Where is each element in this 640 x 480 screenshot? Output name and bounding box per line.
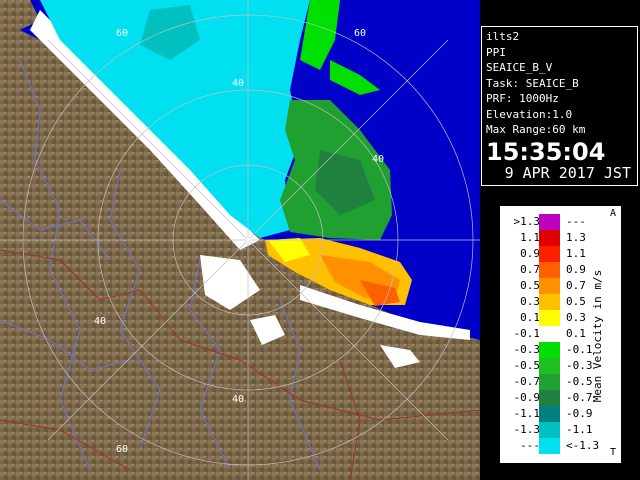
legend-row-upper-label: -1.1: [566, 423, 593, 436]
legend-row-upper-label: 1.3: [566, 231, 586, 244]
scan-date: 9 APR 2017 JST: [504, 163, 631, 182]
scan-info-panel: ilts2 PPI SEAICE_B_V Task: SEAICE_B PRF:…: [481, 26, 638, 186]
legend-row-upper-label: 0.3: [566, 311, 586, 324]
legend-row-lower-label: -0.3: [513, 343, 541, 356]
range-label: 60: [354, 28, 366, 39]
legend-row-lower-label: 0.5: [520, 279, 540, 292]
product-name: SEAICE_B_V: [486, 61, 553, 74]
scan-time: 15:35:04: [486, 137, 606, 166]
legend-row-lower-label: ---: [520, 439, 540, 452]
legend-row-upper-label: 0.7: [566, 279, 586, 292]
legend-row-lower-label: -0.5: [513, 359, 541, 372]
legend-row-upper-label: -0.5: [566, 375, 593, 388]
range-label: 40: [232, 394, 244, 405]
legend-row-upper-label: 1.1: [566, 247, 586, 260]
legend-row-lower-label: 0.1: [520, 311, 540, 324]
task-name: Task: SEAICE_B: [486, 76, 579, 90]
legend-row-lower-label: -0.1: [513, 327, 541, 340]
legend-row-upper-label: ---: [566, 215, 586, 228]
radar-ppi-map: 60 40 40 60 40 40 60: [0, 0, 480, 480]
legend-title: Mean Velocity in m/s: [591, 269, 604, 403]
range-label: 60: [116, 28, 128, 39]
range-label: 40: [94, 316, 106, 327]
elevation-value: Elevation:1.0: [486, 107, 573, 121]
legend-row-lower-label: -0.9: [513, 391, 541, 404]
scan-type: PPI: [486, 45, 506, 59]
legend-row-upper-label: -0.7: [566, 391, 593, 404]
legend-color-swatch: [539, 326, 560, 342]
legend-row-lower-label: >1.3: [513, 215, 541, 228]
legend-row-lower-label: -0.7: [513, 375, 541, 388]
legend-color-swatch: [539, 214, 560, 230]
legend-bottom-marker: T: [610, 447, 617, 458]
legend-row-lower-label: -1.3: [513, 423, 541, 436]
legend-color-swatch: [539, 374, 560, 390]
legend-row-lower-label: 0.9: [520, 247, 540, 260]
legend-color-swatch: [539, 230, 560, 246]
site-name: ilts2: [486, 30, 520, 43]
legend-color-swatch: [539, 406, 560, 422]
legend-color-swatch: [539, 246, 560, 262]
range-label: 40: [232, 78, 244, 89]
prf-value: PRF: 1000Hz: [486, 92, 559, 105]
range-label: 40: [372, 154, 384, 165]
legend-row-upper-label: 0.1: [566, 327, 586, 340]
legend-row-lower-label: 0.7: [520, 263, 540, 276]
legend-color-swatch: [539, 390, 560, 406]
legend-row-lower-label: 1.1: [520, 231, 540, 244]
legend-color-swatch: [539, 278, 560, 294]
legend-row-lower-label: -1.1: [513, 407, 541, 420]
legend-row-upper-label: -0.1: [566, 343, 593, 356]
legend-color-swatch: [539, 358, 560, 374]
legend-row-upper-label: 0.9: [566, 263, 586, 276]
legend-color-swatch: [539, 422, 560, 438]
legend-top-marker: A: [610, 208, 617, 219]
max-range-value: Max Range:60 km: [486, 123, 586, 136]
legend-row-upper-label: 0.5: [566, 295, 586, 308]
legend-color-swatch: [539, 342, 560, 358]
legend-row-upper-label: -0.9: [566, 407, 593, 420]
legend-color-swatch: [539, 294, 560, 310]
velocity-legend: >1.3 --- 1.1 1.3 0.9 1.1 0.7 0.9 0.5 0.7 0.3 0.5 0.1…: [500, 206, 621, 463]
radar-site-marker: [246, 238, 250, 242]
range-label: 60: [116, 444, 128, 455]
legend-color-swatch: [539, 438, 560, 454]
legend-color-swatch: [539, 262, 560, 278]
legend-color-swatch: [539, 310, 560, 326]
legend-row-lower-label: 0.3: [520, 295, 540, 308]
legend-row-upper-label: -0.3: [566, 359, 593, 372]
